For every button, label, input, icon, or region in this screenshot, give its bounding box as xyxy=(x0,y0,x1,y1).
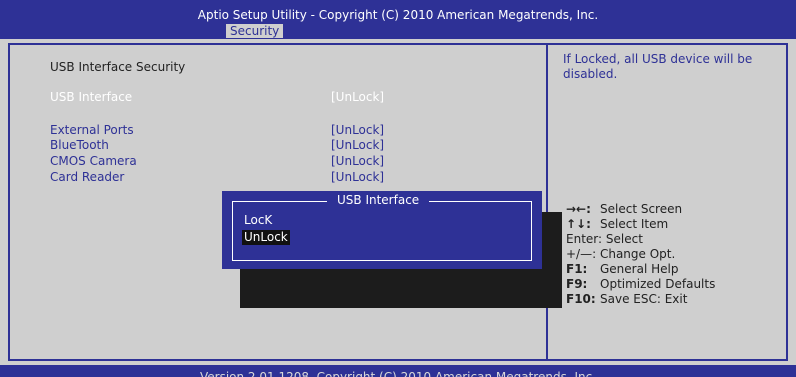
bluetooth-label: BlueTooth xyxy=(50,138,109,152)
option-lock[interactable]: LocK xyxy=(242,213,274,228)
panel-divider xyxy=(546,43,548,361)
key-enter: Enter: Select xyxy=(566,232,643,246)
section-title: USB Interface Security xyxy=(50,60,186,74)
version-footer: Version 2.01.1208. Copyright (C) 2010 Am… xyxy=(0,365,796,377)
card-reader-label: Card Reader xyxy=(50,170,125,184)
external-ports-value: [UnLock] xyxy=(331,123,385,137)
usb-interface-label[interactable]: USB Interface xyxy=(50,90,132,105)
cmos-camera-value: [UnLock] xyxy=(331,154,385,168)
app-title: Aptio Setup Utility - Copyright (C) 2010… xyxy=(197,8,599,22)
dialog-title: USB Interface xyxy=(327,193,430,208)
cmos-camera-label: CMOS Camera xyxy=(50,154,137,168)
tab-security[interactable]: Security xyxy=(226,24,284,38)
key-general-help: F1: General Help xyxy=(566,262,679,276)
key-optimized-defaults: F9: Optimized Defaults xyxy=(566,277,716,291)
help-text: If Locked, all USB device will be disabl… xyxy=(563,52,753,81)
key-select-item: ↑↓: Select Item xyxy=(566,217,669,231)
key-change-opt: +/—: Change Opt. xyxy=(566,247,676,261)
external-ports-label: External Ports xyxy=(50,123,134,137)
usb-interface-value[interactable]: [UnLock] xyxy=(331,90,384,105)
bluetooth-value: [UnLock] xyxy=(331,138,385,152)
key-save-exit: F10: Save ESC: Exit xyxy=(566,292,688,306)
title-bar: Aptio Setup Utility - Copyright (C) 2010… xyxy=(0,0,796,39)
usb-interface-dialog: USB Interface LocK UnLock xyxy=(222,191,542,269)
card-reader-value: [UnLock] xyxy=(331,170,385,184)
option-unlock[interactable]: UnLock xyxy=(242,230,290,245)
key-select-screen: →←: Select Screen xyxy=(566,202,683,216)
